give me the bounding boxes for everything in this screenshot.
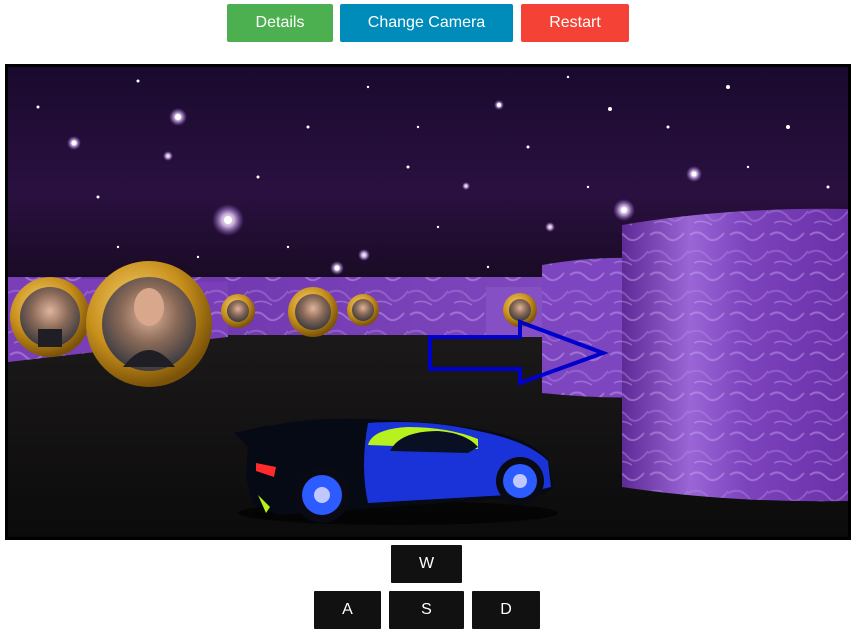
right-key-button[interactable]: D (472, 591, 540, 629)
purple-wall (622, 208, 848, 502)
portrait-coin (221, 294, 255, 328)
left-key-button[interactable]: A (314, 591, 381, 629)
game-scene (8, 67, 848, 537)
portrait-coin (347, 294, 379, 326)
forward-key-button[interactable]: W (391, 545, 462, 583)
restart-button[interactable]: Restart (521, 4, 629, 42)
game-canvas[interactable] (5, 64, 851, 540)
portrait-coin (10, 277, 90, 357)
portrait-coin (86, 261, 212, 387)
back-key-button[interactable]: S (389, 591, 464, 629)
portrait-coin (288, 287, 338, 337)
change-camera-button[interactable]: Change Camera (340, 4, 513, 42)
details-button[interactable]: Details (227, 4, 333, 42)
